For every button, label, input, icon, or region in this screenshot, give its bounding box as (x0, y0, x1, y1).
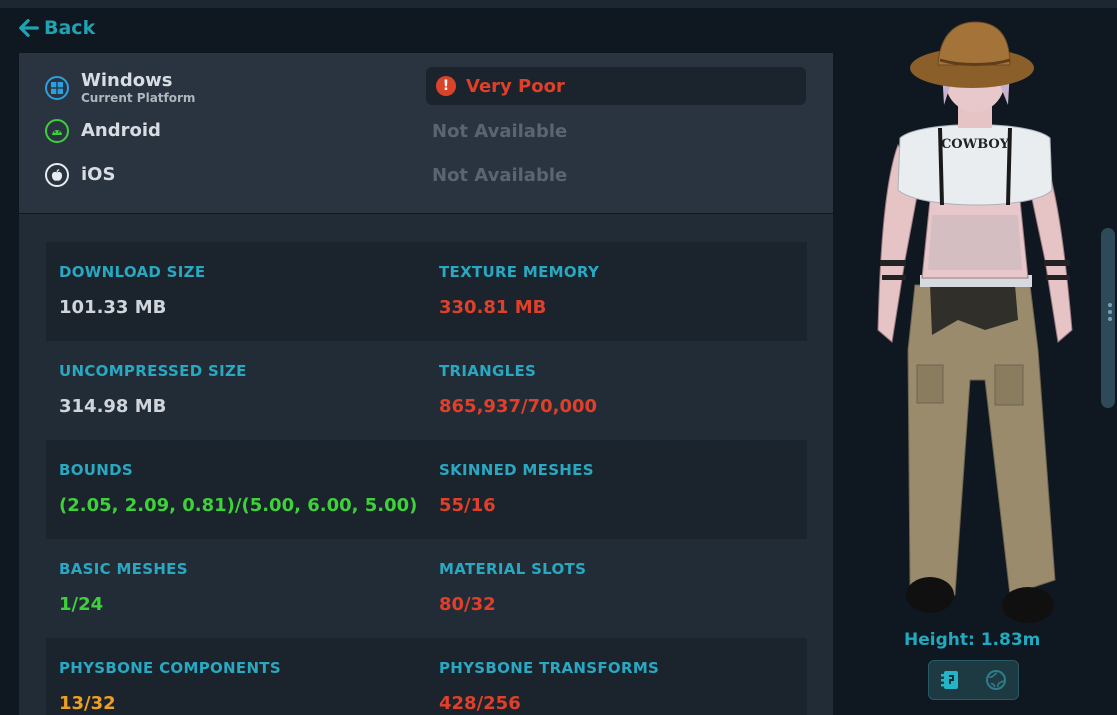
stat-value: 314.98 MB (59, 396, 167, 417)
rating-label: Very Poor (466, 75, 565, 97)
rating-ios: Not Available (432, 164, 568, 186)
stat-label: TEXTURE MEMORY (439, 263, 600, 281)
back-label: Back (44, 17, 96, 39)
android-icon (45, 119, 69, 143)
avatar-height: Height: 1.83m (904, 630, 1041, 650)
stats-row: DOWNLOAD SIZE 101.33 MB TEXTURE MEMORY 3… (46, 242, 807, 341)
stat-label: PHYSBONE TRANSFORMS (439, 659, 660, 677)
platform-row-windows[interactable]: Windows Current Platform (45, 71, 195, 105)
stat-value: 80/32 (439, 594, 496, 615)
stat-label: UNCOMPRESSED SIZE (59, 362, 247, 380)
top-bar (0, 0, 1117, 8)
stat-label: BOUNDS (59, 461, 133, 479)
stat-value: 55/16 (439, 495, 496, 516)
rating-android: Not Available (432, 120, 568, 142)
avatar-view-button[interactable] (934, 665, 968, 695)
platform-subtitle: Current Platform (81, 91, 196, 105)
arrow-left-icon (19, 19, 39, 37)
stat-value: (2.05, 2.09, 0.81)/(5.00, 6.00, 5.00) (59, 495, 418, 516)
stat-label: SKINNED MESHES (439, 461, 594, 479)
warning-icon: ! (436, 76, 456, 96)
platform-name: Android (81, 120, 161, 141)
stat-value: 428/256 (439, 693, 521, 714)
platform-row-ios[interactable]: iOS (45, 163, 115, 187)
stat-value: 865,937/70,000 (439, 396, 598, 417)
apple-icon (45, 163, 69, 187)
avatar-preview[interactable]: COWBOY (860, 20, 1090, 645)
stats-row: UNCOMPRESSED SIZE 314.98 MB TRIANGLES 86… (46, 341, 807, 440)
platform-name: iOS (81, 164, 116, 185)
stat-value: 101.33 MB (59, 297, 167, 318)
stats-row: BOUNDS (2.05, 2.09, 0.81)/(5.00, 6.00, 5… (46, 440, 807, 539)
platform-panel: Windows Current Platform ! Very Poor And… (19, 53, 833, 213)
stat-label: TRIANGLES (439, 362, 537, 380)
view-toggle (928, 660, 1019, 700)
stat-value: 13/32 (59, 693, 116, 714)
platform-name: Windows (81, 70, 173, 91)
shirt-print: COWBOY (941, 137, 1010, 152)
stat-value: 330.81 MB (439, 297, 547, 318)
stat-label: BASIC MESHES (59, 560, 188, 578)
globe-icon (985, 670, 1006, 690)
stat-label: PHYSBONE COMPONENTS (59, 659, 281, 677)
stat-label: DOWNLOAD SIZE (59, 263, 206, 281)
stats-panel: DOWNLOAD SIZE 101.33 MB TEXTURE MEMORY 3… (19, 214, 833, 715)
avatar-page-icon (941, 671, 959, 689)
platform-row-android[interactable]: Android (45, 119, 161, 143)
stats-row: PHYSBONE COMPONENTS 13/32 PHYSBONE TRANS… (46, 638, 807, 715)
globe-view-button[interactable] (979, 665, 1013, 695)
rating-badge-windows: ! Very Poor (426, 67, 806, 105)
stat-label: MATERIAL SLOTS (439, 560, 587, 578)
stat-value: 1/24 (59, 594, 104, 615)
windows-icon (45, 76, 69, 100)
stats-row: BASIC MESHES 1/24 MATERIAL SLOTS 80/32 (46, 539, 807, 638)
back-button[interactable]: Back (18, 17, 95, 39)
scroll-handle[interactable] (1108, 303, 1112, 324)
